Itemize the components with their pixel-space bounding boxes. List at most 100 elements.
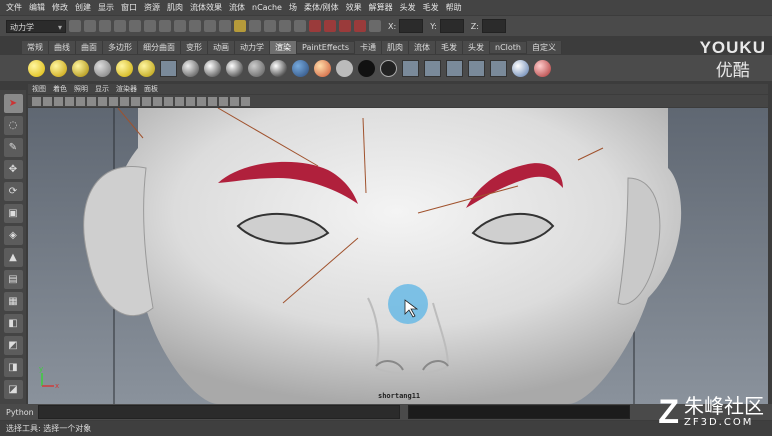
anisotropic-icon[interactable] (270, 59, 287, 77)
spot-light-icon[interactable] (50, 59, 67, 77)
lock-icon[interactable] (234, 20, 246, 32)
shelf-tab-curves[interactable]: 曲线 (49, 40, 76, 54)
panel-menu-show[interactable]: 显示 (95, 84, 109, 94)
mask-handles-icon[interactable] (159, 20, 171, 32)
use-all-lights-icon[interactable] (197, 96, 206, 106)
shelf-tab-toon[interactable]: 卡通 (355, 40, 382, 54)
shelf-tab-hair[interactable]: 头发 (463, 40, 490, 54)
shelf-tab-paint-effects[interactable]: PaintEffects (297, 41, 355, 53)
menu-solvers[interactable]: 解算器 (369, 2, 393, 13)
select-hierarchy-icon[interactable] (114, 20, 126, 32)
menu-hair[interactable]: 头发 (400, 2, 416, 13)
ipr-render-icon[interactable] (339, 20, 351, 32)
panel-menu-shading[interactable]: 着色 (53, 84, 67, 94)
layout-single-icon[interactable]: ▤ (3, 270, 23, 289)
menu-help[interactable]: 帮助 (446, 2, 462, 13)
new-scene-icon[interactable] (69, 20, 81, 32)
mask-curves-icon[interactable] (189, 20, 201, 32)
xray-icon[interactable] (219, 96, 228, 106)
directional-light-icon[interactable] (94, 59, 111, 77)
select-component-icon[interactable] (144, 20, 156, 32)
shelf-tab-dynamics[interactable]: 动力学 (235, 40, 270, 54)
shelf-tab-ncloth[interactable]: nCloth (490, 41, 527, 53)
select-object-icon[interactable] (129, 20, 141, 32)
ipr-icon[interactable] (446, 59, 463, 77)
field-chart-icon[interactable] (120, 96, 129, 106)
shelf-tab-fur[interactable]: 毛发 (436, 40, 463, 54)
camera-icon[interactable] (160, 59, 177, 77)
paint-icon[interactable] (534, 59, 551, 77)
layout-hypershade-icon[interactable]: ◨ (3, 358, 23, 377)
last-tool-icon[interactable]: ▲ (3, 248, 23, 267)
render-globals-icon[interactable] (468, 59, 485, 77)
wireframe-icon[interactable] (153, 96, 162, 106)
volume-light-icon[interactable] (138, 59, 155, 77)
shelf-tab-deformation[interactable]: 变形 (181, 40, 208, 54)
gate-mask-icon[interactable] (109, 96, 118, 106)
ambient-light-icon[interactable] (116, 59, 133, 77)
menu-create[interactable]: 创建 (75, 2, 91, 13)
blinn-icon[interactable] (204, 59, 221, 77)
shadows-icon[interactable] (208, 96, 217, 106)
surface-shader-icon[interactable] (336, 59, 353, 77)
panel-menu-view[interactable]: 视图 (32, 84, 46, 94)
paint-select-icon[interactable]: ✎ (3, 138, 23, 157)
menu-ncache[interactable]: nCache (252, 3, 282, 12)
manipulator-tool-icon[interactable]: ◈ (3, 226, 23, 245)
menu-edit[interactable]: 编辑 (29, 2, 45, 13)
menu-fur[interactable]: 毛发 (423, 2, 439, 13)
area-light-icon[interactable] (72, 59, 89, 77)
menu-window[interactable]: 窗口 (121, 2, 137, 13)
hud-icon[interactable] (241, 96, 250, 106)
rotate-tool-icon[interactable]: ⟳ (3, 182, 23, 201)
shelf-tab-surfaces[interactable]: 曲面 (76, 40, 103, 54)
menu-modify[interactable]: 修改 (52, 2, 68, 13)
image-plane-icon[interactable] (65, 96, 74, 106)
open-scene-icon[interactable] (84, 20, 96, 32)
phonge-icon[interactable] (248, 59, 265, 77)
ramp-shader-icon[interactable] (314, 59, 331, 77)
menu-soft-rigid[interactable]: 柔体/刚体 (304, 2, 339, 13)
panel-menu-panels[interactable]: 面板 (144, 84, 158, 94)
safe-action-icon[interactable] (131, 96, 140, 106)
move-tool-icon[interactable]: ✥ (3, 160, 23, 179)
menu-display[interactable]: 显示 (98, 2, 114, 13)
y-field[interactable] (439, 19, 464, 33)
shelf-tab-polygons[interactable]: 多边形 (103, 40, 138, 54)
shelf-tab-subdiv[interactable]: 细分曲面 (138, 40, 181, 54)
head-mesh[interactable] (112, 108, 682, 404)
camera-select-icon[interactable] (32, 96, 41, 106)
layout-four-icon[interactable]: ▦ (3, 292, 23, 311)
shelf-tab-animation[interactable]: 动画 (208, 40, 235, 54)
phong-icon[interactable] (226, 59, 243, 77)
shelf-tab-custom[interactable]: 自定义 (526, 40, 562, 54)
point-light-icon[interactable] (28, 59, 45, 77)
layout-graph-icon[interactable]: ◩ (3, 336, 23, 355)
shelf-tab-muscle[interactable]: 肌肉 (382, 40, 409, 54)
render-view-icon[interactable] (402, 59, 419, 77)
menu-assets[interactable]: 资源 (144, 2, 160, 13)
isolate-select-icon[interactable] (230, 96, 239, 106)
lambert-icon[interactable] (182, 59, 199, 77)
hypershade-icon[interactable] (369, 20, 381, 32)
command-input[interactable] (37, 405, 400, 419)
resolution-gate-icon[interactable] (98, 96, 107, 106)
panel-menu-lighting[interactable]: 照明 (74, 84, 88, 94)
snap-point-icon[interactable] (279, 20, 291, 32)
render-settings-icon[interactable] (354, 20, 366, 32)
layout-persp-outliner-icon[interactable]: ◧ (3, 314, 23, 333)
shelf-tab-rendering[interactable]: 渲染 (270, 40, 297, 54)
render-icon[interactable] (324, 20, 336, 32)
bookmark-icon[interactable] (54, 96, 63, 106)
panel-menu-renderer[interactable]: 渲染器 (116, 84, 137, 94)
render-current-icon[interactable] (424, 59, 441, 77)
z-field[interactable] (481, 19, 506, 33)
command-language-label[interactable]: Python (6, 408, 34, 417)
wireframe-on-shaded-icon[interactable] (175, 96, 184, 106)
menu-fluid-effects[interactable]: 流体效果 (190, 2, 222, 13)
mask-surfaces-icon[interactable] (204, 20, 216, 32)
layered-shader-icon[interactable] (292, 59, 309, 77)
grid-toggle-icon[interactable] (76, 96, 85, 106)
snap-plane-icon[interactable] (294, 20, 306, 32)
safe-title-icon[interactable] (142, 96, 151, 106)
